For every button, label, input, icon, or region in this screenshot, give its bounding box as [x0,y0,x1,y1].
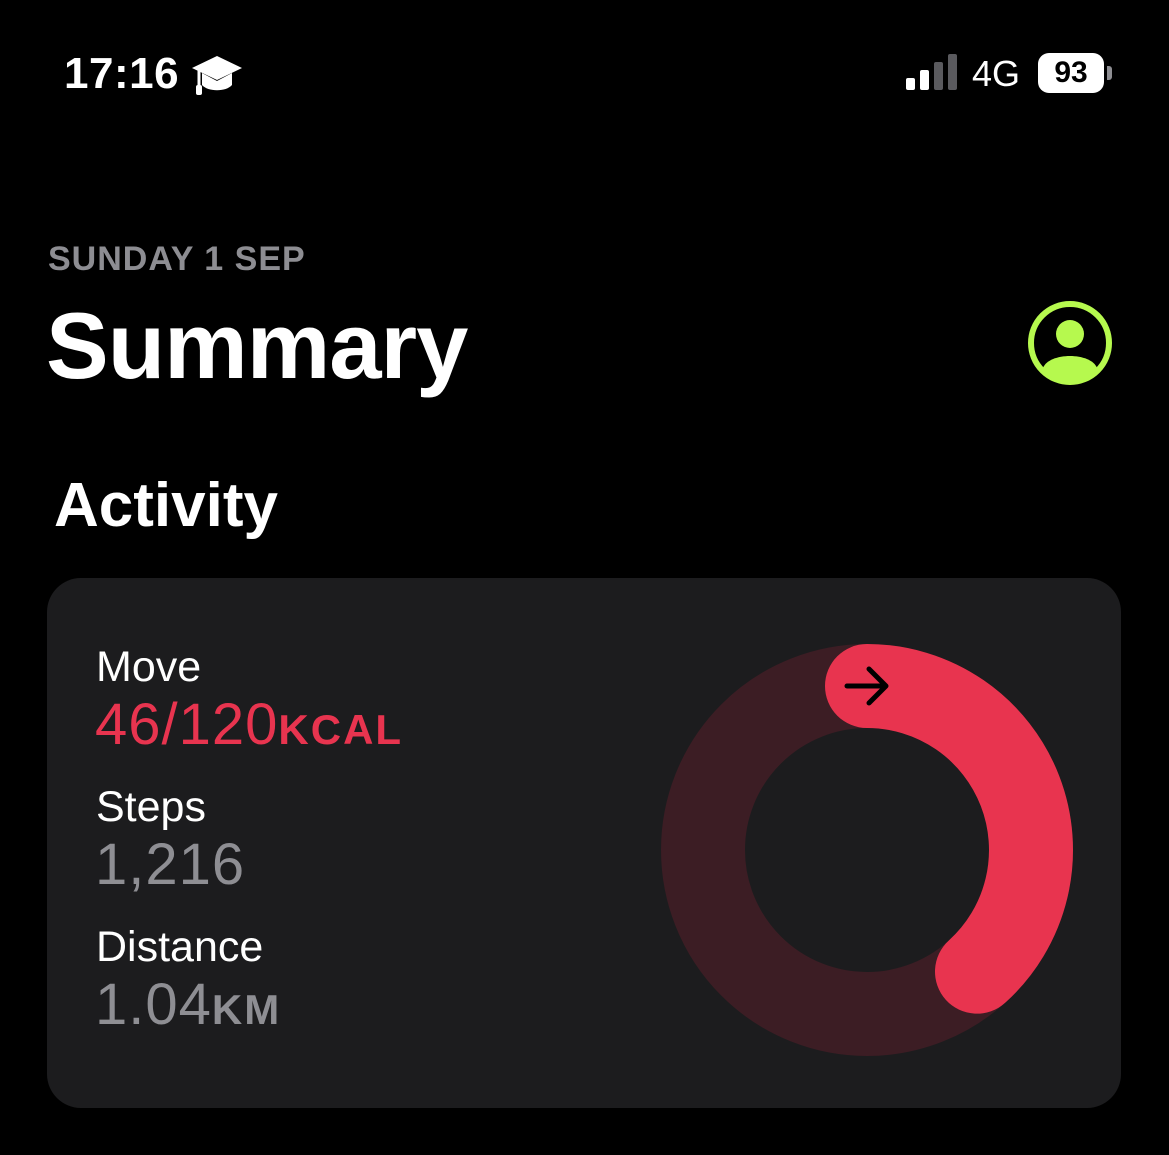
distance-unit: KM [211,986,282,1033]
battery-indicator: 93 [1038,53,1116,95]
graduation-cap-icon [192,56,242,95]
battery-cap [1107,66,1112,80]
person-circle-icon[interactable] [1027,300,1113,386]
network-type: 4G [972,53,1021,94]
distance-value-number: 1.04 [95,972,212,1037]
date-label: SUNDAY 1 SEP [48,240,306,278]
steps-label: Steps [96,783,206,831]
page-title: Summary [46,293,468,398]
distance-label: Distance [96,923,264,971]
section-title-activity: Activity [54,471,278,540]
move-value: 46/120KCAL [95,693,403,762]
move-label: Move [96,643,202,691]
status-time: 17:16 [64,49,180,98]
status-bar: 17:16 4G 93 [0,0,1169,150]
activity-card[interactable]: Move 46/120KCAL Steps 1,216 Distance 1.0… [47,578,1121,1108]
move-unit: KCAL [278,706,404,753]
battery-level: 93 [1038,53,1104,93]
move-value-number: 46/120 [95,692,279,757]
distance-value: 1.04KM [95,973,281,1042]
steps-value: 1,216 [95,832,246,897]
move-ring [661,644,1073,1056]
move-ring-progress [825,644,1073,1014]
signal-strength-icon [906,54,957,90]
